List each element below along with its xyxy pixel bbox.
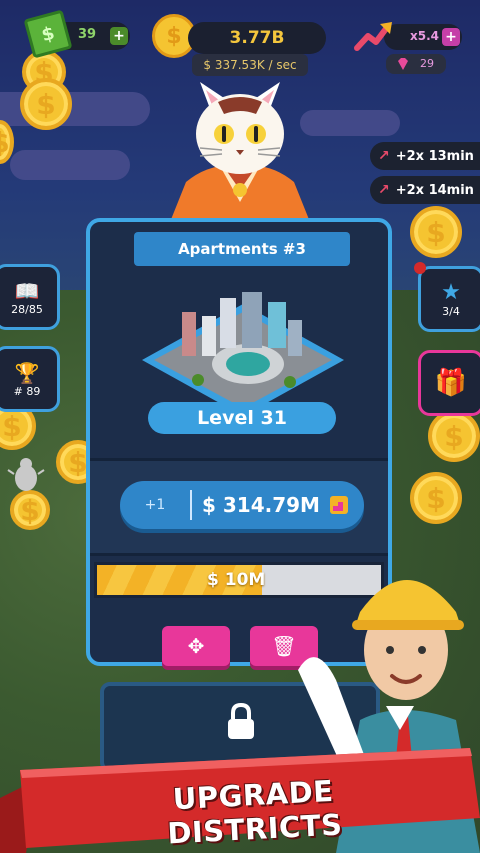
- book-icon: 📖: [14, 278, 40, 303]
- collection-book-button[interactable]: 📖 28/85: [0, 264, 60, 330]
- floating-coin-icon: $: [428, 410, 480, 462]
- district-level: Level 31: [148, 402, 336, 434]
- move-district-button[interactable]: ✥: [162, 626, 230, 666]
- diamond-counter: 29: [386, 54, 446, 74]
- gift-icon: 🎁: [434, 368, 468, 398]
- multiplier-counter: x5.4 +: [384, 24, 462, 50]
- floating-coin-icon: $: [410, 206, 462, 258]
- notification-dot: [414, 262, 426, 274]
- money-counter: 3.77B: [188, 22, 326, 54]
- gems-value: 39: [78, 27, 97, 42]
- add-multiplier-button[interactable]: +: [442, 28, 460, 46]
- trophy-rank: # 89: [13, 384, 41, 398]
- earn-plus: +1: [144, 497, 166, 513]
- star-icon: ★: [441, 280, 461, 305]
- upgrade-steps-icon: [330, 496, 348, 514]
- achievements-button[interactable]: ★ 3/4: [418, 266, 480, 332]
- cloud: [10, 150, 130, 180]
- diamond-icon: [398, 58, 408, 70]
- floating-coin-icon: $: [10, 490, 50, 530]
- boost-timer[interactable]: ↗ +2x 14min: [370, 176, 480, 204]
- district-title: Apartments #3: [134, 232, 350, 266]
- diamond-value: 29: [420, 57, 434, 70]
- trend-up-icon: [354, 22, 392, 51]
- cash-bill-icon: $: [23, 9, 73, 59]
- divider: [190, 490, 192, 520]
- boost-label: +2x 14min: [395, 182, 474, 198]
- add-gems-button[interactable]: +: [110, 27, 128, 45]
- cat-manager: [170, 82, 310, 222]
- trash-icon: 🗑: [271, 634, 297, 658]
- boost-label: +2x 13min: [395, 148, 474, 164]
- floating-coin-icon: $: [410, 472, 462, 524]
- gift-button[interactable]: 🎁: [418, 350, 480, 416]
- trophy-icon: 🏆: [14, 360, 40, 385]
- trend-up-icon: ↗: [378, 148, 390, 164]
- earn-amount: $ 314.79M: [202, 493, 320, 517]
- boost-timer[interactable]: ↗ +2x 13min: [370, 142, 480, 170]
- leaderboard-button[interactable]: 🏆 # 89: [0, 346, 60, 412]
- stars-count: 3/4: [442, 305, 460, 318]
- floating-coin-icon: $: [20, 78, 72, 130]
- trend-up-icon: ↗: [378, 182, 390, 198]
- multiplier-value: x5.4: [410, 29, 439, 43]
- lock-icon: [228, 702, 254, 739]
- bug-icon: [7, 458, 45, 491]
- move-arrows-icon: ✥: [187, 634, 205, 658]
- money-value: 3.77B: [229, 28, 285, 48]
- book-count: 28/85: [11, 302, 43, 316]
